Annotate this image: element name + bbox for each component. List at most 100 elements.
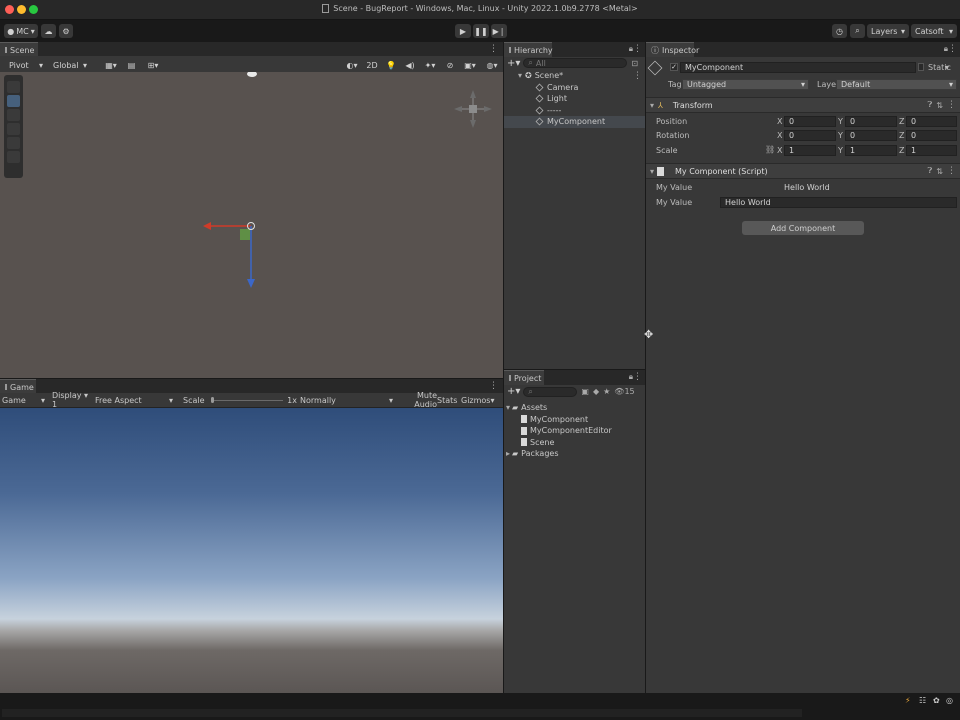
project-item-mycomponent[interactable]: MyComponent [504,414,645,426]
add-component-button[interactable]: Add Component [742,221,864,235]
hierarchy-item-light[interactable]: Light [504,93,645,105]
scale-y-field[interactable]: 1 [845,145,897,156]
hierarchy-search-input[interactable]: ⌕ All [523,58,628,68]
filter-type-icon[interactable]: ▣ [581,387,589,396]
project-item-scene[interactable]: Scene [504,437,645,449]
project-folder-assets[interactable]: ▾ ▰ Assets [504,402,645,414]
draw-mode-icon[interactable]: ◐▾ [342,58,362,72]
rotate-tool-icon[interactable] [7,109,20,121]
step-button[interactable]: ▶❘ [491,24,507,38]
grid-snap-icon[interactable]: ▦▾ [100,58,122,72]
expand-arrow-icon[interactable]: ▾ [650,101,654,110]
expand-arrow-icon[interactable]: ▾ [506,403,510,412]
hidden-objects-icon[interactable]: ⊘ [442,58,458,72]
scale-x-label[interactable]: X [777,146,782,155]
global-dropdown[interactable]: Global ▾ [50,58,90,72]
hierarchy-menu-icon[interactable]: ⋮ [633,44,642,54]
play-button[interactable]: ▶ [455,24,471,38]
orientation-gizmo[interactable] [454,90,492,128]
position-x-field[interactable]: 0 [784,116,836,127]
rotation-y-label[interactable]: Y [838,131,843,140]
help-icon[interactable]: ❓︎ [927,100,932,110]
tab-game[interactable]: Game [0,379,36,394]
play-focus-dropdown[interactable]: Normally ▾ [297,396,397,405]
plane-handle[interactable] [240,229,250,240]
position-x-label[interactable]: X [777,117,782,126]
camera-settings-icon[interactable]: ▣▾ [460,58,480,72]
settings-gear-icon[interactable]: ⚙ [59,24,73,38]
hierarchy-item-mycomponent[interactable]: MyComponent [504,116,645,128]
auto-generate-lighting-icon[interactable]: ⚡ [905,696,911,705]
active-checkbox[interactable]: ✓ [670,63,678,71]
scale-x-field[interactable]: 1 [784,145,836,156]
constrain-proportions-icon[interactable]: ⛓ [765,145,775,154]
project-folder-packages[interactable]: ▸ ▰ Packages [504,448,645,460]
lighting-icon[interactable]: 💡 [383,58,399,72]
tab-scene[interactable]: Scene [0,42,38,57]
cloud-icon[interactable]: ☁ [41,24,56,38]
rotation-y-field[interactable]: 0 [845,130,897,141]
static-dropdown-icon[interactable]: ▾ [945,63,949,72]
project-item-mycomponenteditor[interactable]: MyComponentEditor [504,425,645,437]
layer-dropdown[interactable]: Default ▾ [836,79,957,90]
game-mode-dropdown[interactable]: Game ▾ [0,396,48,405]
display-dropdown[interactable]: Display 1 ▾ [48,391,91,409]
account-button[interactable]: ● MC ▾ [4,24,38,38]
component-menu-icon[interactable]: ⋮ [947,100,956,110]
static-checkbox[interactable] [918,63,924,71]
project-search-input[interactable]: ⌕ [523,386,578,397]
expand-arrow-icon[interactable]: ▾ [650,167,654,176]
position-z-field[interactable]: 0 [906,116,957,127]
hierarchy-item-camera[interactable]: Camera [504,82,645,94]
scale-y-label[interactable]: Y [838,146,843,155]
pause-button[interactable]: ❚❚ [473,24,489,38]
gizmos-icon[interactable]: ◍▾ [482,58,502,72]
tag-dropdown[interactable]: Untagged ▾ [682,79,809,90]
y-axis-arrow[interactable] [247,279,255,288]
hierarchy-item-scene[interactable]: ▾ ✪ Scene* ⋮ [504,70,645,82]
position-y-field[interactable]: 0 [845,116,897,127]
transform-tool-icon[interactable] [7,151,20,163]
position-y-label[interactable]: Y [838,117,843,126]
my-value-input[interactable]: Hello World [720,197,957,208]
scene-menu-icon[interactable]: ⋮ [489,44,498,54]
ruler-icon[interactable]: ⊞▾ [143,58,163,72]
scale-z-field[interactable]: 1 [906,145,957,156]
scale-slider[interactable]: Scale 1x [177,396,297,405]
stats-toggle[interactable]: Stats [437,396,457,405]
rotation-z-label[interactable]: Z [899,131,904,140]
layers-dropdown[interactable]: Layers ▾ [867,24,909,38]
aspect-dropdown[interactable]: Free Aspect ▾ [91,396,177,405]
scene-viewport[interactable] [0,72,503,378]
favorite-icon[interactable]: ★ [603,387,610,396]
hierarchy-item-separator[interactable]: ----- [504,105,645,117]
tab-project[interactable]: Project [504,370,544,385]
history-icon[interactable]: ◷ [832,24,847,38]
hidden-packages-icon[interactable]: 👁︎ [614,387,624,396]
transform-header[interactable]: ▾ ⅄ Transform ❓︎ ⇅ ⋮ [646,97,960,113]
increment-snap-icon[interactable]: ▤ [123,58,140,72]
effects-icon[interactable]: ✦▾ [420,58,440,72]
rotation-x-label[interactable]: X [777,131,782,140]
preset-icon[interactable]: ⇅ [936,101,943,110]
inspector-menu-icon[interactable]: ⋮ [948,44,957,54]
tab-hierarchy[interactable]: Hierarchy [504,42,553,57]
x-axis-arrow[interactable] [203,222,211,230]
object-name-input[interactable]: MyComponent [680,62,916,73]
preset-icon[interactable]: ⇅ [936,167,943,176]
collapse-arrow-icon[interactable]: ▸ [506,449,510,458]
scene-item-menu-icon[interactable]: ⋮ [633,71,642,81]
filter-label-icon[interactable]: ◆ [593,387,599,396]
create-asset-button[interactable]: +▾ [507,386,520,397]
search-options-icon[interactable]: ⊡ [631,59,638,68]
bug-icon[interactable]: ✿ [933,696,940,705]
progress-icon[interactable]: ◎ [946,696,953,705]
game-viewport[interactable] [0,408,503,693]
add-object-button[interactable]: +▾ [507,58,520,69]
game-menu-icon[interactable]: ⋮ [489,381,498,391]
scale-tool-icon[interactable] [7,123,20,135]
pivot-dropdown[interactable]: Pivot ▾ [6,58,46,72]
layout-dropdown[interactable]: Catsoft ▾ [911,24,957,38]
rect-tool-icon[interactable] [7,137,20,149]
mute-audio-toggle[interactable]: Mute Audio [397,391,437,409]
